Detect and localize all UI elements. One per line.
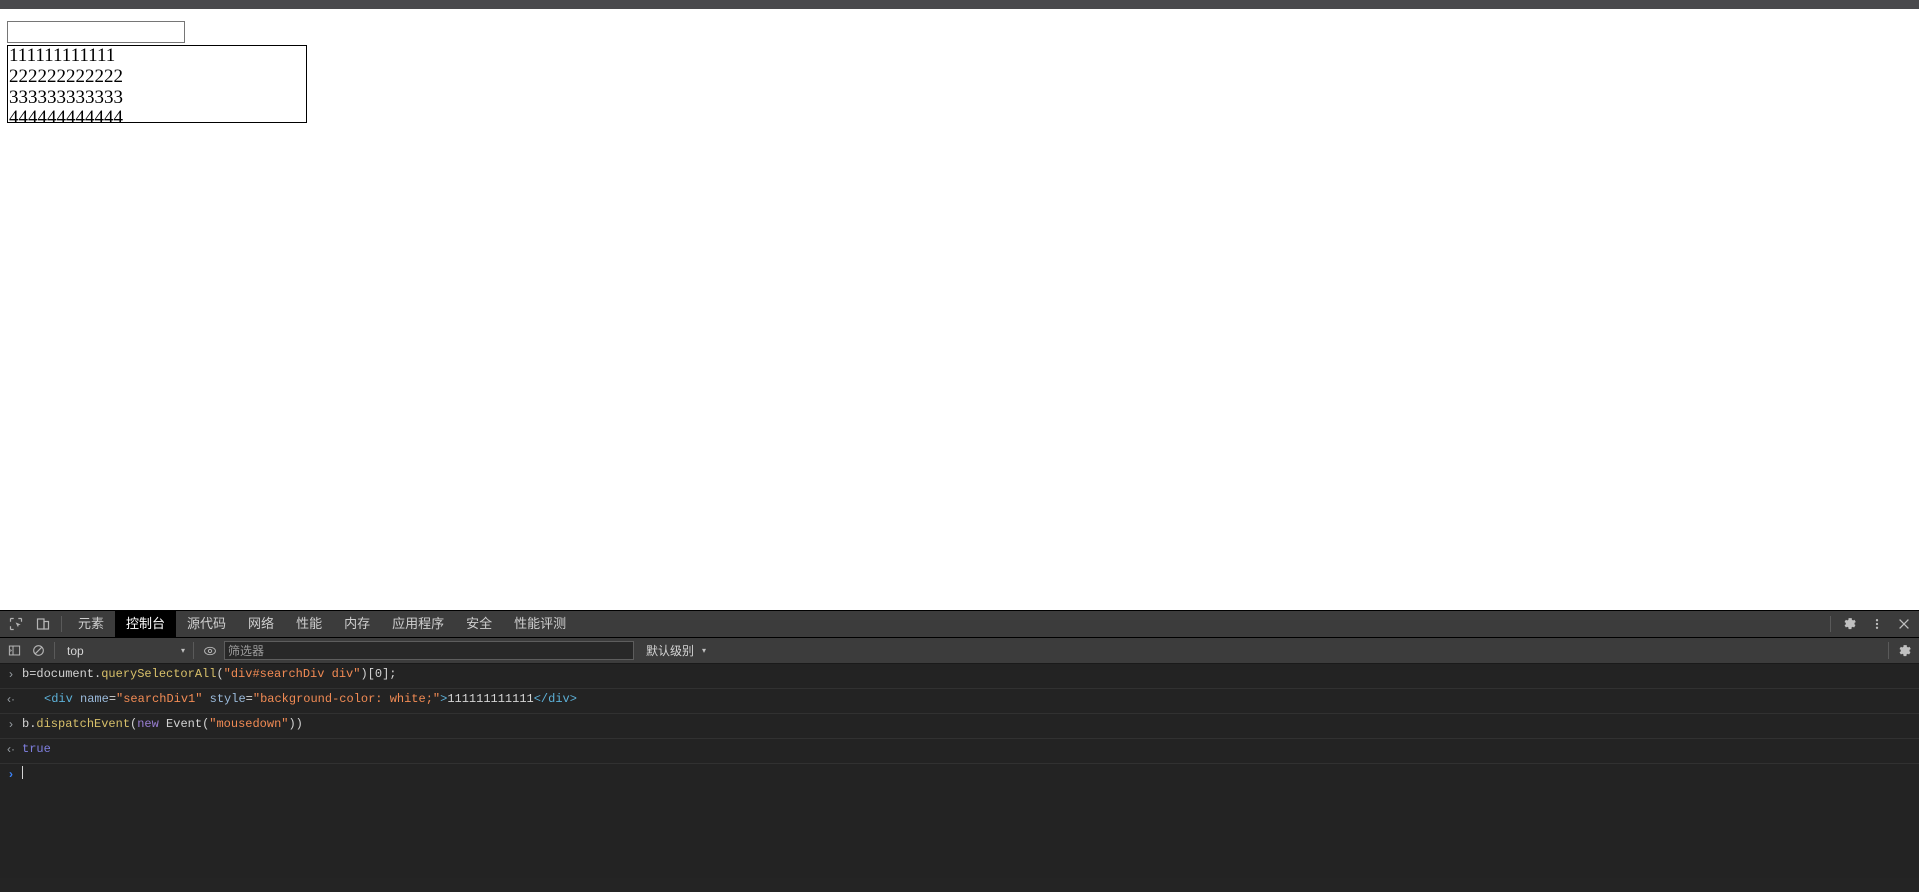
- settings-gear-icon[interactable]: [1836, 612, 1863, 636]
- clear-console-icon[interactable]: [26, 640, 50, 662]
- code-token: Event: [158, 717, 203, 731]
- toolbar-divider: [1830, 616, 1831, 632]
- tab-network[interactable]: 网络: [237, 611, 285, 637]
- code-token: ): [360, 667, 368, 681]
- code-token: (: [216, 667, 224, 681]
- search-result-row[interactable]: 444444444444: [8, 108, 306, 122]
- console-output-marker-icon: ‹·: [7, 742, 15, 756]
- execution-context-select[interactable]: top ▾: [59, 641, 189, 660]
- text-cursor: [22, 766, 23, 779]
- console-message-text: <div name="searchDiv1" style="background…: [22, 691, 577, 707]
- devtools-panel: 元素 控制台 源代码 网络 性能 内存 应用程序 安全 性能评测 top ▾ 筛…: [0, 610, 1919, 892]
- page-viewport: 111111111111 222222222222 333333333333 4…: [0, 9, 1919, 610]
- code-token: [0]: [367, 667, 390, 681]
- execution-context-value: top: [67, 643, 84, 658]
- console-toolbar-actions: [1884, 640, 1917, 662]
- console-output-row[interactable]: ‹· true: [0, 739, 1919, 764]
- tab-memory[interactable]: 内存: [333, 611, 381, 637]
- console-prompt-input[interactable]: [22, 766, 23, 782]
- toolbar-divider: [54, 642, 55, 659]
- console-filter-input[interactable]: [224, 641, 634, 660]
- tab-application[interactable]: 应用程序: [381, 611, 455, 637]
- code-token: b=document.: [22, 667, 102, 681]
- close-devtools-icon[interactable]: [1890, 612, 1917, 636]
- code-token: =: [108, 692, 117, 706]
- console-output-marker-icon: ‹·: [7, 692, 15, 706]
- code-token: true: [22, 742, 51, 756]
- console-toolbar: top ▾ 默认级别 ▾: [0, 638, 1919, 664]
- device-toolbar-icon[interactable]: [29, 612, 56, 636]
- tab-performance[interactable]: 性能: [285, 611, 333, 637]
- tab-elements[interactable]: 元素: [67, 611, 115, 637]
- console-prompt-row[interactable]: ›: [0, 764, 1919, 788]
- console-sidebar-toggle-icon[interactable]: [2, 640, 26, 662]
- console-message-text: true: [22, 741, 51, 757]
- console-input-marker-icon: ›: [9, 717, 13, 731]
- code-token: "div#searchDiv div": [223, 667, 361, 681]
- console-input-row[interactable]: › b=document.querySelectorAll("div#search…: [0, 664, 1919, 689]
- inspect-element-icon[interactable]: [2, 612, 29, 636]
- devtools-tab-list: 元素 控制台 源代码 网络 性能 内存 应用程序 安全 性能评测: [67, 611, 577, 637]
- chevron-down-icon: ▾: [702, 646, 707, 655]
- code-token: querySelectorAll: [101, 667, 217, 681]
- toolbar-divider: [61, 616, 62, 632]
- search-result-row[interactable]: 222222222222: [8, 66, 306, 88]
- code-token: "mousedown": [209, 717, 289, 731]
- search-result-row[interactable]: 333333333333: [8, 87, 306, 109]
- search-results-box: 111111111111 222222222222 333333333333 4…: [7, 45, 307, 123]
- tab-security[interactable]: 安全: [455, 611, 503, 637]
- code-token: "background-color: white;": [252, 692, 441, 706]
- live-expression-eye-icon[interactable]: [198, 640, 222, 662]
- chevron-down-icon: ▾: [180, 646, 185, 655]
- tab-console[interactable]: 控制台: [115, 611, 177, 637]
- search-result-row[interactable]: 111111111111: [8, 46, 306, 67]
- code-token: dispatchEvent: [36, 717, 131, 731]
- search-input[interactable]: [7, 21, 185, 43]
- code-token: ;: [389, 667, 397, 681]
- code-token: name: [72, 692, 109, 706]
- devtools-tabbar-actions: [1825, 612, 1917, 636]
- more-options-icon[interactable]: [1863, 612, 1890, 636]
- console-output[interactable]: › b=document.querySelectorAll("div#search…: [0, 664, 1919, 878]
- code-token: 111111111111: [447, 692, 534, 706]
- code-token: b.: [22, 717, 37, 731]
- console-output-row[interactable]: ‹· <div name="searchDiv1" style="backgrou…: [0, 689, 1919, 714]
- toolbar-divider: [1888, 642, 1889, 659]
- code-token: div: [51, 692, 73, 706]
- code-token: </div>: [533, 692, 577, 706]
- console-message-text: b.dispatchEvent(new Event("mousedown")): [22, 716, 303, 732]
- code-token: "searchDiv1": [116, 692, 203, 706]
- console-input-marker-icon: ›: [9, 667, 13, 681]
- tab-sources[interactable]: 源代码: [176, 611, 237, 637]
- tab-lighthouse[interactable]: 性能评测: [503, 611, 577, 637]
- browser-top-strip: [0, 0, 1919, 9]
- log-level-label: 默认级别: [646, 644, 695, 658]
- log-level-select[interactable]: 默认级别 ▾: [640, 641, 712, 661]
- console-prompt-marker-icon: ›: [9, 767, 13, 781]
- code-token: )): [288, 717, 303, 731]
- devtools-tabbar: 元素 控制台 源代码 网络 性能 内存 应用程序 安全 性能评测: [0, 611, 1919, 638]
- console-settings-gear-icon[interactable]: [1893, 640, 1917, 662]
- console-input-row[interactable]: › b.dispatchEvent(new Event("mousedown")): [0, 714, 1919, 739]
- code-token: style: [202, 692, 246, 706]
- toolbar-divider: [193, 642, 194, 659]
- code-token: new: [137, 717, 159, 731]
- console-message-text: b=document.querySelectorAll("div#searchD…: [22, 666, 396, 682]
- code-token: =: [245, 692, 253, 706]
